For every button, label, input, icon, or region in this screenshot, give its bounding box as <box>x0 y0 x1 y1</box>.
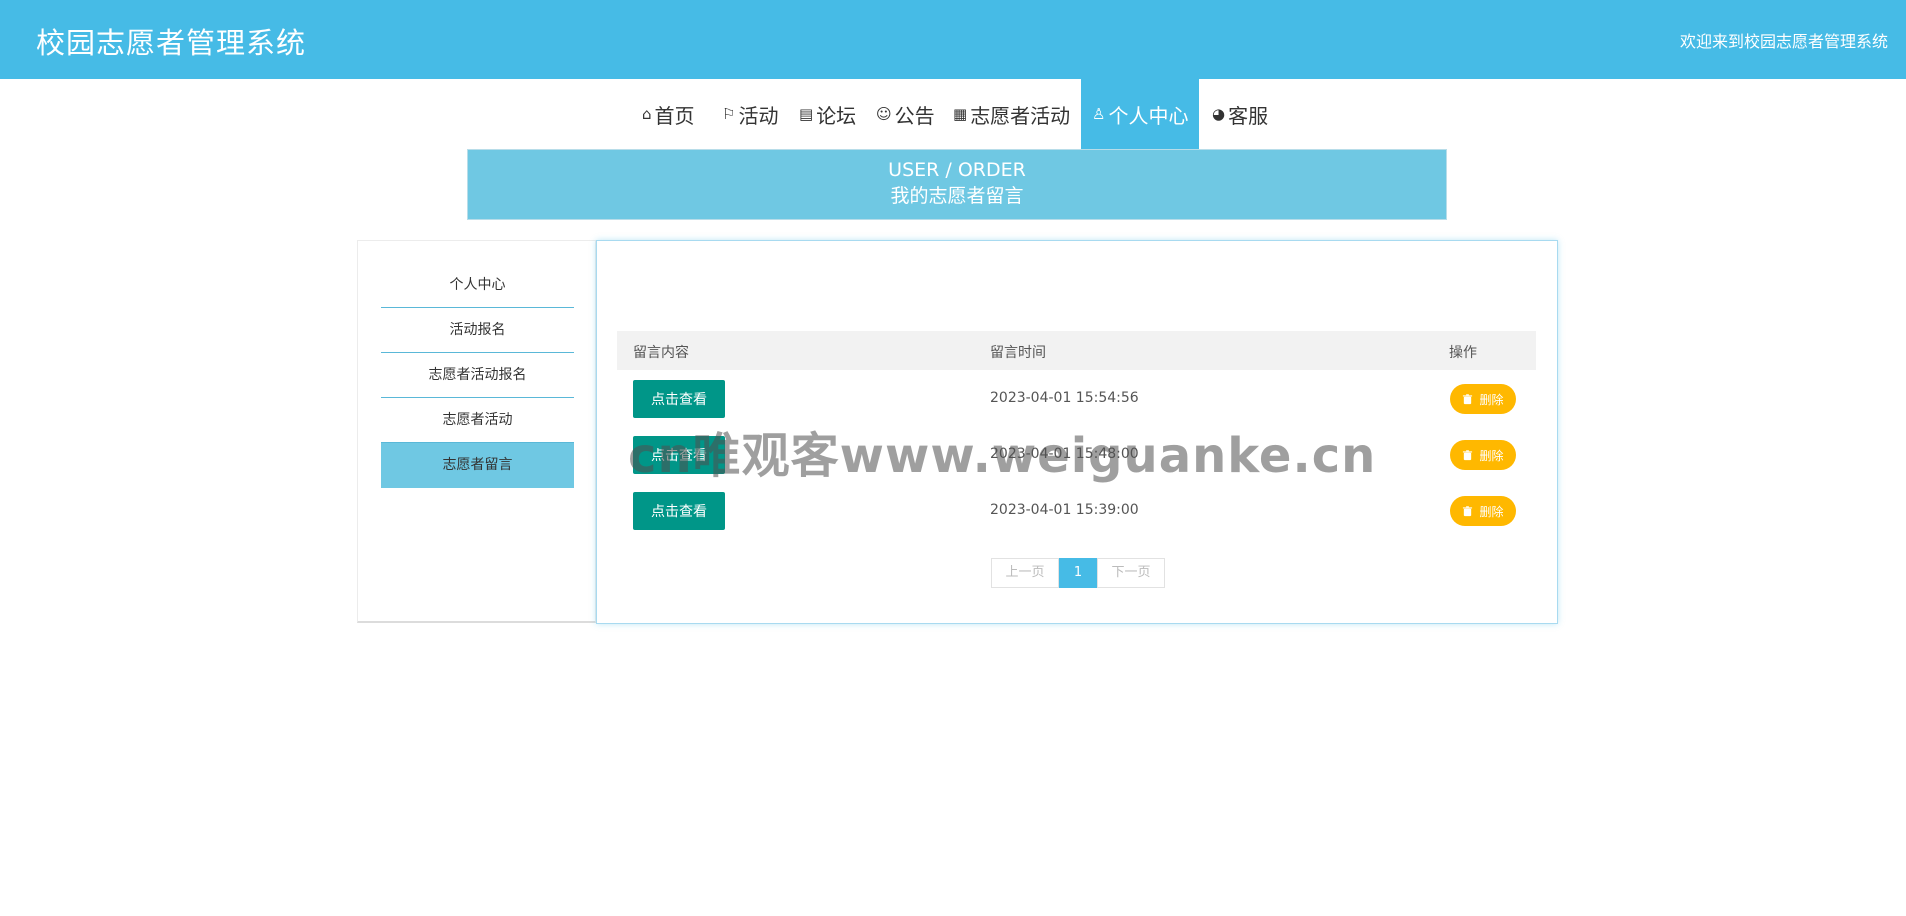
banner-title-en: USER / ORDER <box>888 159 1026 181</box>
support-icon: ◕ <box>1212 105 1226 123</box>
nav-item-announcement[interactable]: ☺ 公告 <box>876 79 935 149</box>
sidebar-item-volunteer-message[interactable]: 志愿者留言 <box>381 443 574 488</box>
table-row: 点击查看 2023-04-01 15:39:00 删除 <box>617 482 1536 538</box>
sidebar-item-volunteer-activity[interactable]: 志愿者活动 <box>381 398 574 443</box>
nav-label: 志愿者活动 <box>970 103 1071 128</box>
message-time: 2023-04-01 15:54:56 <box>990 390 1139 406</box>
app-title: 校园志愿者管理系统 <box>36 26 307 60</box>
column-header-content: 留言内容 <box>633 345 689 361</box>
nav-item-forum[interactable]: ▤ 论坛 <box>799 79 856 149</box>
pagination: 上一页 1 下一页 <box>991 558 1165 588</box>
forum-icon: ▤ <box>799 105 814 123</box>
trash-icon <box>1463 449 1473 460</box>
nav-label: 个人中心 <box>1108 103 1189 128</box>
welcome-text: 欢迎来到校园志愿者管理系统 <box>1679 32 1888 51</box>
page-banner: USER / ORDER 我的志愿者留言 <box>467 149 1447 220</box>
delete-label: 删除 <box>1479 504 1504 519</box>
home-icon: ⌂ <box>642 105 652 123</box>
column-header-actions: 操作 <box>1449 345 1477 361</box>
banner-title-zh: 我的志愿者留言 <box>890 185 1024 207</box>
sidebar-item-personal-center[interactable]: 个人中心 <box>381 263 574 308</box>
flag-icon: ⚐ <box>722 105 736 123</box>
next-page-button[interactable]: 下一页 <box>1097 558 1165 588</box>
nav-item-activity[interactable]: ⚐ 活动 <box>722 79 778 149</box>
table-row: 点击查看 2023-04-01 15:48:00 删除 <box>617 426 1536 482</box>
sidebar: 个人中心 活动报名 志愿者活动报名 志愿者活动 志愿者留言 <box>357 240 596 623</box>
nav-label: 活动 <box>738 103 779 128</box>
nav-item-personal-center[interactable]: ♙ 个人中心 <box>1081 79 1200 149</box>
sidebar-menu: 个人中心 活动报名 志愿者活动报名 志愿者活动 志愿者留言 <box>381 263 574 488</box>
message-panel: 留言内容 留言时间 操作 点击查看 2023-04-01 15:54:56 删除… <box>596 240 1558 624</box>
smile-icon: ☺ <box>876 105 892 123</box>
view-button[interactable]: 点击查看 <box>633 492 725 530</box>
nav-label: 论坛 <box>816 103 857 128</box>
sidebar-item-activity-signup[interactable]: 活动报名 <box>381 308 574 353</box>
current-page-button[interactable]: 1 <box>1059 558 1097 588</box>
delete-label: 删除 <box>1479 392 1504 407</box>
nav-label: 客服 <box>1228 103 1269 128</box>
sidebar-item-volunteer-activity-signup[interactable]: 志愿者活动报名 <box>381 353 574 398</box>
trash-icon <box>1463 505 1473 516</box>
prev-page-button[interactable]: 上一页 <box>991 558 1059 588</box>
delete-button[interactable]: 删除 <box>1450 440 1516 470</box>
table-row: 点击查看 2023-04-01 15:54:56 删除 <box>617 370 1536 426</box>
message-time: 2023-04-01 15:39:00 <box>990 502 1139 518</box>
delete-label: 删除 <box>1479 448 1504 463</box>
nav-item-home[interactable]: ⌂ 首页 <box>642 79 695 149</box>
column-header-time: 留言时间 <box>990 345 1046 361</box>
table-header: 留言内容 留言时间 操作 <box>617 331 1536 370</box>
nav-label: 公告 <box>894 103 935 128</box>
delete-button[interactable]: 删除 <box>1450 384 1516 414</box>
message-time: 2023-04-01 15:48:00 <box>990 446 1139 462</box>
nav-item-customer-service[interactable]: ◕ 客服 <box>1212 79 1268 149</box>
view-button[interactable]: 点击查看 <box>633 380 725 418</box>
user-icon: ♙ <box>1092 105 1106 123</box>
top-header: 校园志愿者管理系统 欢迎来到校园志愿者管理系统 <box>0 0 1906 79</box>
trash-icon <box>1463 393 1473 404</box>
nav-item-volunteer-activity[interactable]: ▦ 志愿者活动 <box>953 79 1070 149</box>
nav-label: 首页 <box>654 103 695 128</box>
delete-button[interactable]: 删除 <box>1450 496 1516 526</box>
gift-icon: ▦ <box>953 105 968 123</box>
view-button[interactable]: 点击查看 <box>633 436 725 474</box>
main-nav: ⌂ 首页 ⚐ 活动 ▤ 论坛 ☺ 公告 ▦ 志愿者活动 ♙ 个人中心 ◕ 客服 <box>0 79 1906 149</box>
